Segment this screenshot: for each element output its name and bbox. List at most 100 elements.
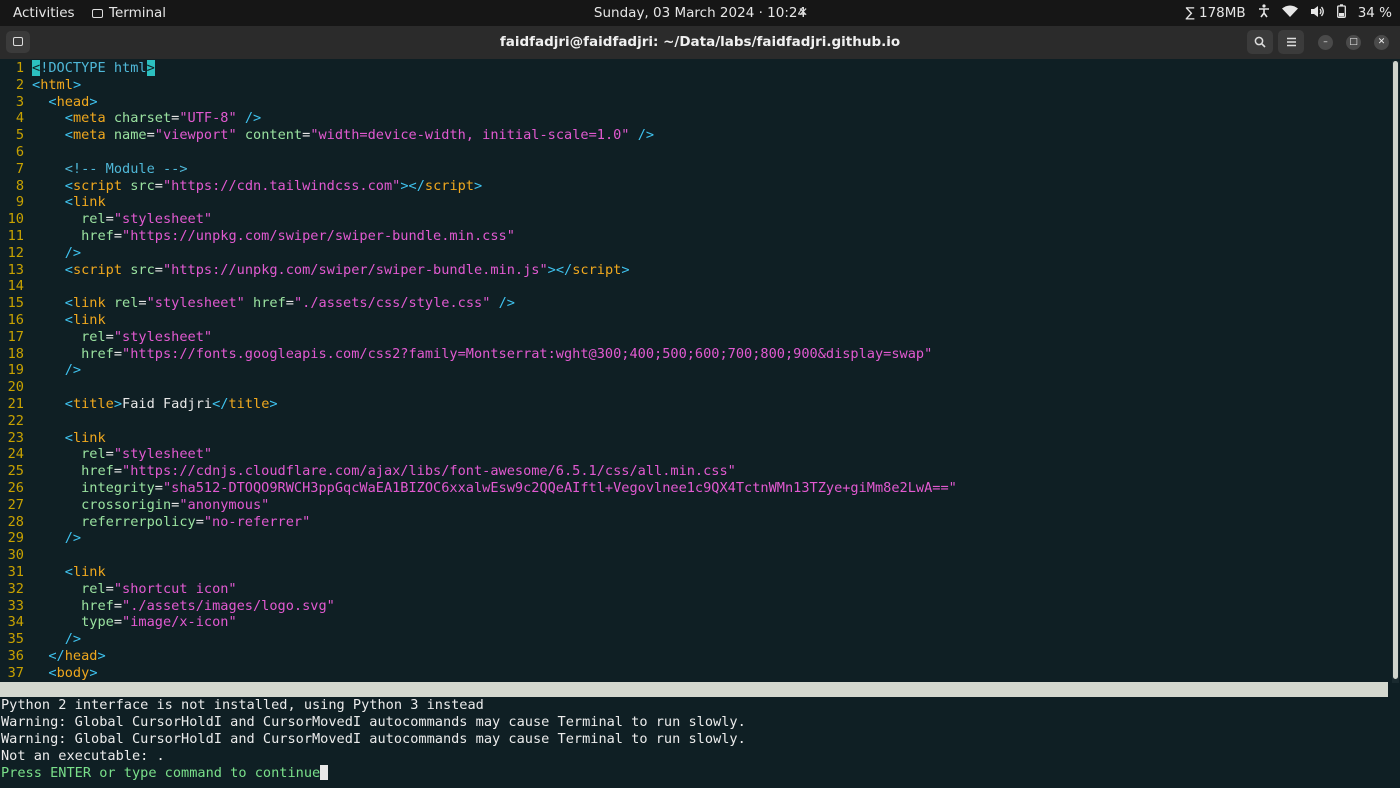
- code-line[interactable]: 17 rel="stylesheet": [0, 329, 212, 346]
- scrollbar-thumb[interactable]: [1393, 61, 1398, 679]
- code-line[interactable]: 23 <link: [0, 430, 106, 447]
- code-token: name: [113, 127, 147, 144]
- volume-icon[interactable]: [1310, 5, 1325, 22]
- code-line[interactable]: 11 href="https://unpkg.com/swiper/swiper…: [0, 228, 515, 245]
- vim-status-line: [0, 682, 1388, 697]
- line-number: 18: [7, 345, 24, 362]
- code-line[interactable]: 7 <!-- Module -->: [0, 161, 188, 178]
- code-token: link: [72, 194, 106, 211]
- code-line[interactable]: 21 <title>Faid Fadjri</title>: [0, 396, 278, 413]
- minimize-button[interactable]: –: [1318, 35, 1333, 50]
- cursor-highlight: >: [146, 60, 155, 76]
- line-number: 23: [7, 429, 24, 446]
- maximize-icon: □: [1349, 37, 1358, 47]
- code-line[interactable]: 5 <meta name="viewport" content="width=d…: [0, 127, 654, 144]
- code-line[interactable]: 4 <meta charset="UTF-8" />: [0, 110, 261, 127]
- code-token: =: [113, 597, 123, 614]
- code-line[interactable]: 37 <body>: [0, 665, 98, 682]
- code-token: =: [113, 228, 123, 244]
- code-token: =: [113, 345, 123, 362]
- code-token: >: [621, 261, 630, 278]
- clock[interactable]: Sunday, 03 March 2024 · 10:24: [594, 5, 806, 21]
- code-token: charset: [113, 110, 172, 127]
- maximize-button[interactable]: □: [1346, 35, 1361, 50]
- code-token: >: [97, 648, 106, 664]
- message-line: Not an executable: .: [1, 748, 165, 764]
- code-line[interactable]: 9 <link: [0, 194, 106, 211]
- code-line[interactable]: 8 <script src="https://cdn.tailwindcss.c…: [0, 178, 482, 195]
- code-token: href: [81, 345, 114, 362]
- line-number: 14: [7, 278, 24, 295]
- code-line[interactable]: 29 />: [0, 530, 82, 547]
- code-token: <!-- Module -->: [64, 160, 188, 177]
- new-tab-button[interactable]: [6, 31, 30, 53]
- memory-indicator[interactable]: ∑ 178MB: [1186, 5, 1246, 21]
- code-token: </: [212, 396, 229, 412]
- code-line[interactable]: 13 <script src="https://unpkg.com/swiper…: [0, 262, 630, 279]
- vim-editor-buffer[interactable]: 1 <!DOCTYPE html> 2 <html> 3 <head> 4 <meta c…: [0, 59, 1388, 682]
- system-top-bar: Activities Terminal Sunday, 03 March 202…: [0, 0, 1400, 26]
- code-line[interactable]: 24 rel="stylesheet": [0, 446, 212, 463]
- search-button[interactable]: [1247, 30, 1273, 54]
- code-line[interactable]: 10 rel="stylesheet": [0, 211, 212, 228]
- app-menu-terminal[interactable]: Terminal: [92, 5, 166, 21]
- code-token: >: [113, 396, 123, 412]
- code-line[interactable]: 35 />: [0, 631, 82, 648]
- code-token: meta: [72, 127, 114, 144]
- line-number: 29: [7, 530, 24, 547]
- battery-percentage[interactable]: 34 %: [1358, 5, 1392, 21]
- code-token: =: [154, 480, 163, 496]
- code-token: "anonymous": [179, 496, 270, 513]
- accessibility-icon[interactable]: [1258, 4, 1270, 22]
- code-line[interactable]: 12 />: [0, 245, 82, 262]
- code-line[interactable]: 22: [0, 413, 32, 430]
- menu-button[interactable]: [1278, 30, 1304, 54]
- code-line[interactable]: 30: [0, 547, 32, 564]
- code-line[interactable]: 27 crossorigin="anonymous": [0, 496, 270, 514]
- code-line[interactable]: 1 <!DOCTYPE html>: [0, 60, 155, 77]
- scrollbar[interactable]: [1392, 61, 1399, 683]
- code-line[interactable]: 26 integrity="sha512-DTOQO9RWCH3ppGqcWaE…: [0, 480, 957, 497]
- wifi-icon[interactable]: [1281, 5, 1298, 22]
- code-line[interactable]: 20: [0, 379, 32, 396]
- code-token: >: [474, 177, 483, 194]
- code-line[interactable]: 2 <html>: [0, 77, 81, 94]
- code-line[interactable]: 28 referrerpolicy="no-referrer": [0, 514, 311, 531]
- line-number: 13: [7, 261, 24, 278]
- battery-icon[interactable]: [1336, 4, 1346, 22]
- code-line[interactable]: 34 type="image/x-icon": [0, 614, 237, 631]
- code-token: />: [244, 110, 262, 127]
- code-line[interactable]: 6: [0, 144, 32, 161]
- code-line[interactable]: 3 <head>: [0, 94, 98, 111]
- code-line[interactable]: 18 href="https://fonts.googleapis.com/cs…: [0, 345, 933, 363]
- close-button[interactable]: ✕: [1374, 35, 1389, 50]
- code-token: "stylesheet": [113, 446, 213, 463]
- code-line[interactable]: 15 <link rel="stylesheet" href="./assets…: [0, 295, 515, 312]
- code-token: <: [64, 295, 73, 312]
- code-line[interactable]: 31 <link: [0, 564, 106, 581]
- system-status-area[interactable]: ∑ 178MB 34 %: [1186, 4, 1392, 22]
- activities-button[interactable]: Activities: [13, 5, 75, 21]
- code-token: >: [89, 93, 98, 110]
- code-line[interactable]: 32 rel="shortcut icon": [0, 581, 237, 598]
- terminal-titlebar[interactable]: faidfadjri@faidfadjri: ~/Data/labs/faidf…: [0, 26, 1400, 59]
- code-line[interactable]: 33 href="./assets/images/logo.svg": [0, 598, 335, 615]
- code-token: >: [72, 76, 82, 93]
- vim-message-area: Python 2 interface is not installed, usi…: [0, 697, 1400, 788]
- continue-prompt[interactable]: Press ENTER or type command to continue: [1, 765, 329, 782]
- code-line[interactable]: 19 />: [0, 362, 82, 379]
- code-token: html: [40, 76, 73, 93]
- line-number: 1: [15, 60, 24, 76]
- code-line[interactable]: 16 <link: [0, 312, 106, 329]
- code-token: !DOCTYPE html: [40, 60, 147, 76]
- line-number: 27: [7, 496, 24, 513]
- code-line[interactable]: 14: [0, 278, 32, 295]
- code-line[interactable]: 36 </head>: [0, 648, 106, 665]
- code-line[interactable]: 25 href="https://cdnjs.cloudflare.com/aj…: [0, 463, 736, 480]
- code-token: <: [64, 396, 73, 412]
- code-token: />: [498, 295, 515, 312]
- notifications-off-icon[interactable]: ✕: [798, 5, 808, 19]
